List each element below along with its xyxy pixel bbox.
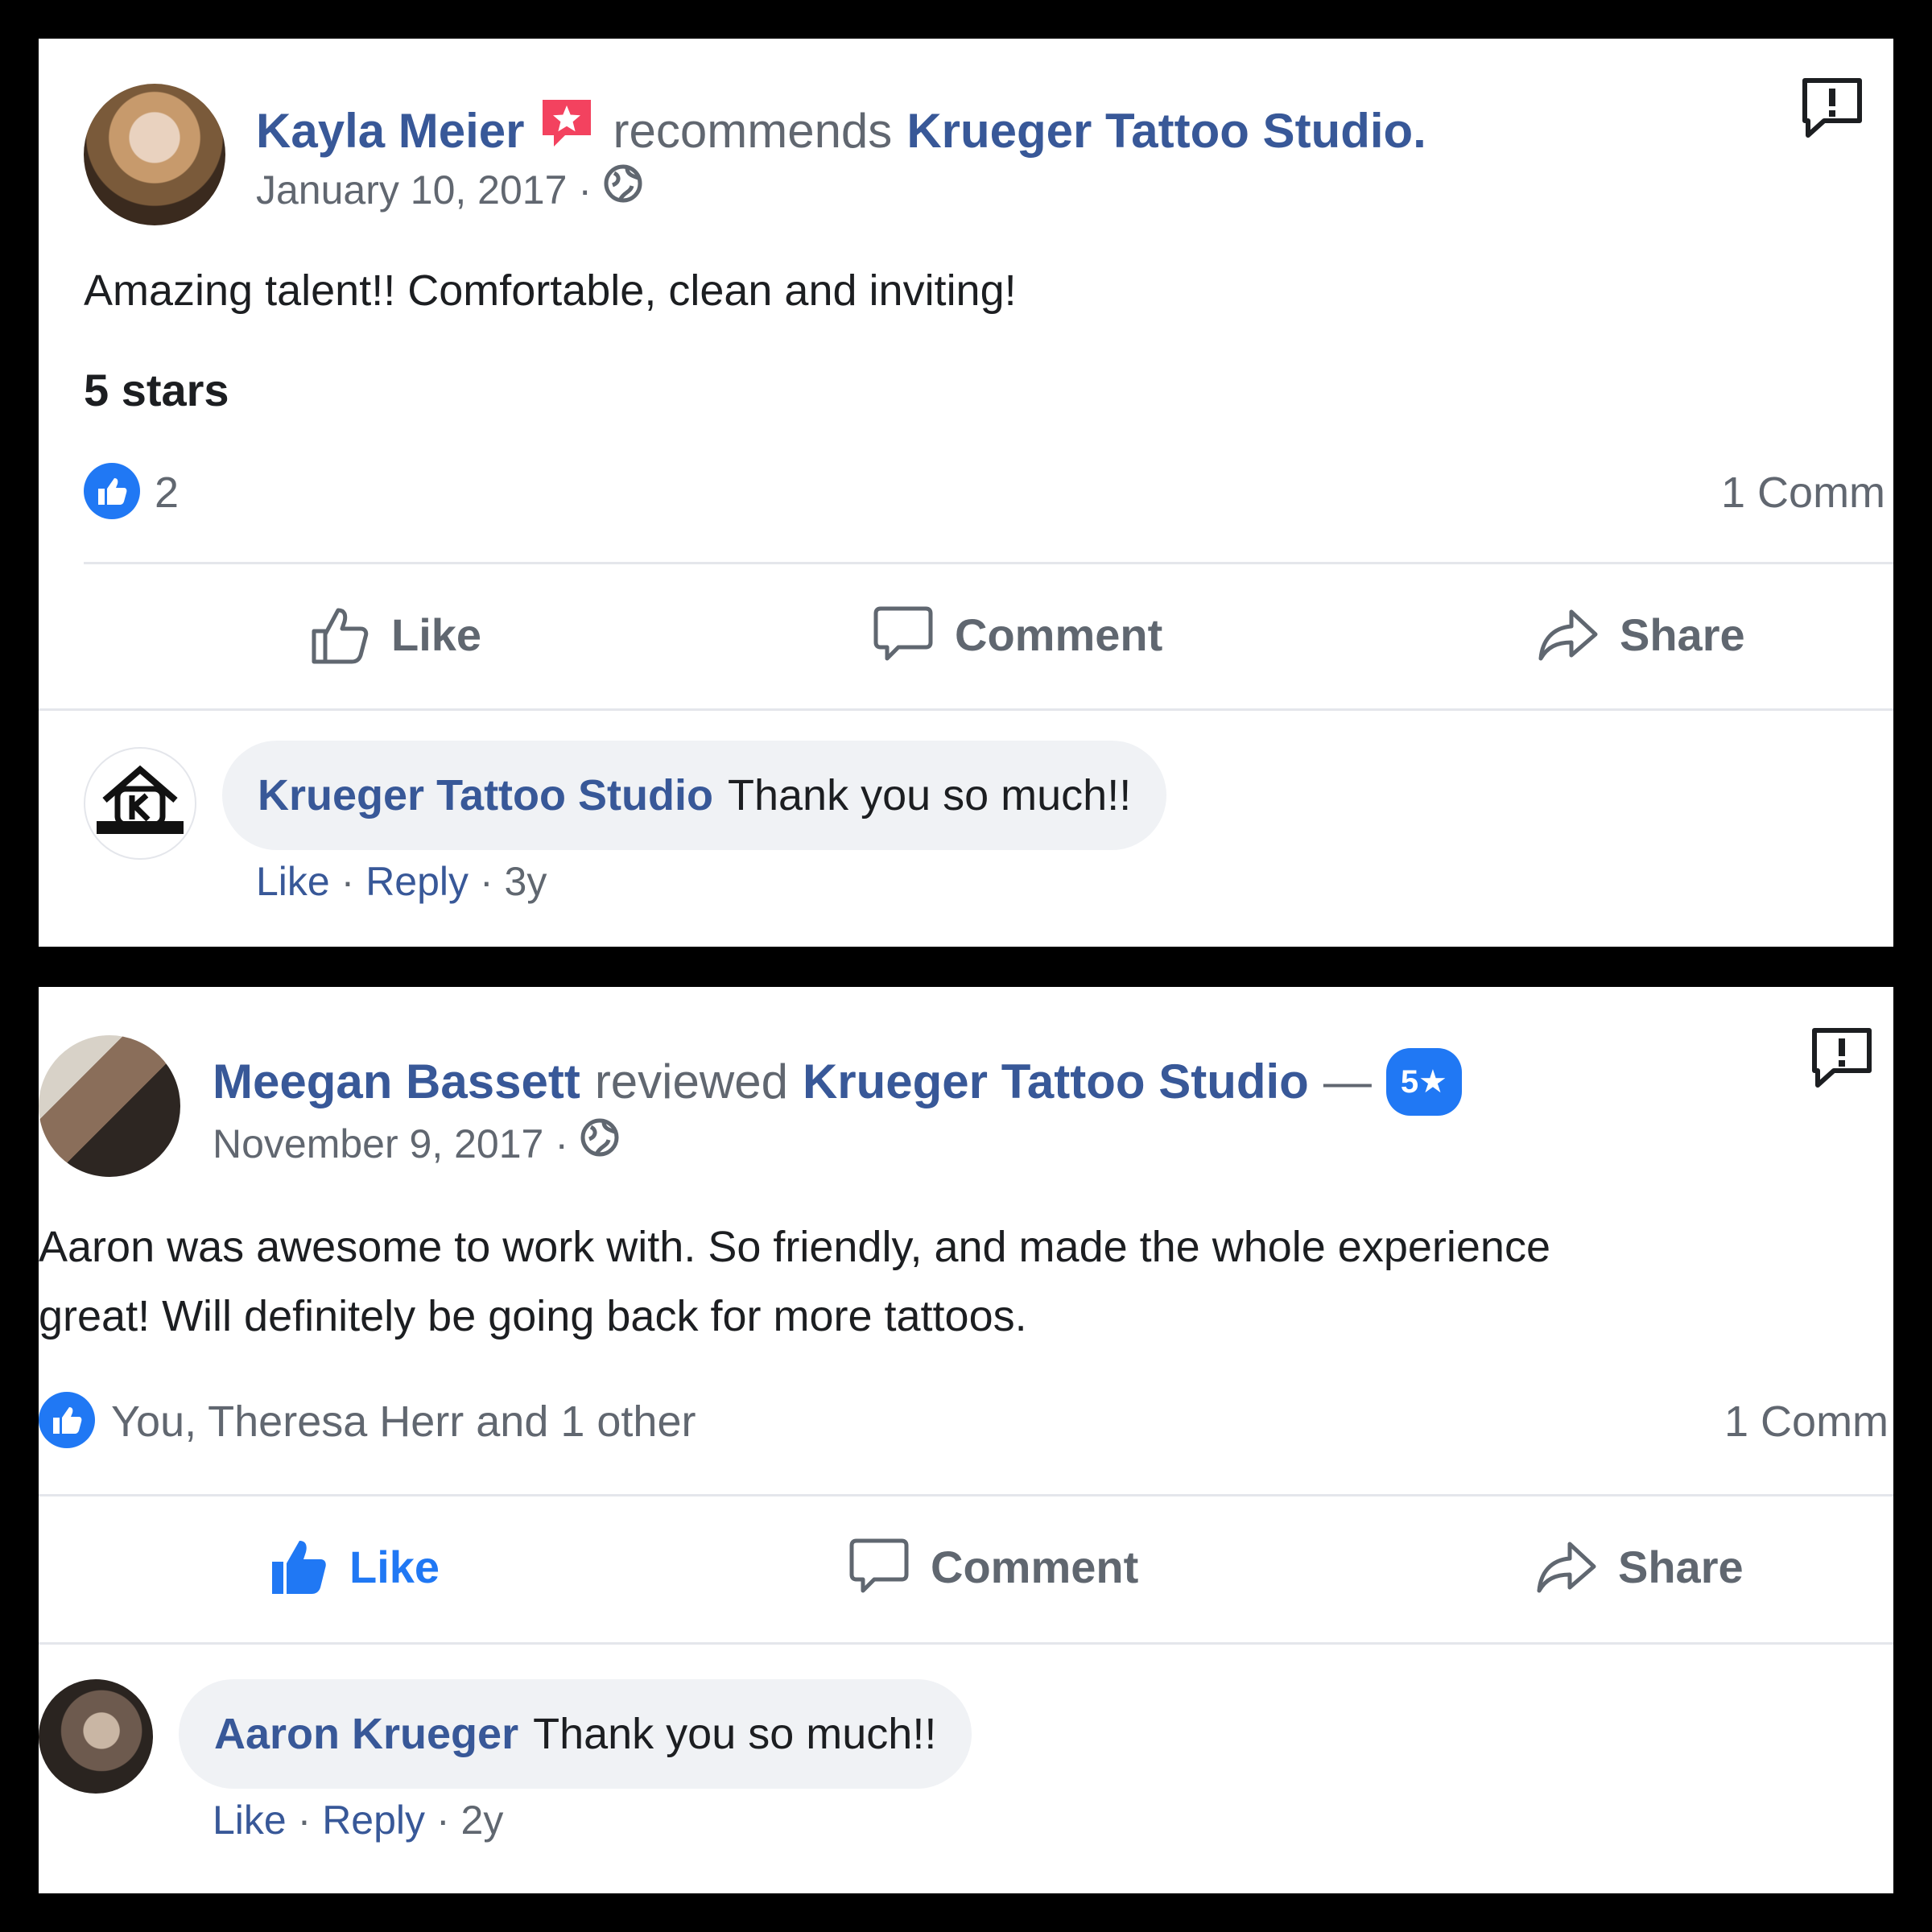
post-header-line: Meegan Bassett reviewed Krueger Tattoo S… <box>213 1048 1462 1116</box>
review-text-line: Aaron was awesome to work with. So frien… <box>39 1223 1550 1271</box>
date-separator: · <box>578 167 592 213</box>
share-arrow-icon <box>1537 1542 1596 1593</box>
comment-bubble: Aaron Krueger Thank you so much!! <box>179 1679 972 1789</box>
globe-icon <box>603 163 643 216</box>
comment-button[interactable]: Comment <box>847 1534 1138 1599</box>
comment-meta: Like · Reply · 3y <box>256 858 547 905</box>
like-button[interactable]: Like <box>266 1534 440 1599</box>
comment-bubble-icon <box>849 1538 909 1593</box>
comment-author[interactable]: Aaron Krueger <box>214 1709 518 1759</box>
like-label: Like <box>391 609 482 660</box>
review-text-line: great! Will definitely be going back for… <box>39 1292 1027 1340</box>
commenter-avatar[interactable] <box>84 747 196 860</box>
post-date[interactable]: November 9, 2017 <box>213 1118 543 1170</box>
author-name[interactable]: Kayla Meier <box>256 101 525 162</box>
post-header-line: Kayla Meier recommends Krueger Tattoo St… <box>256 95 1426 167</box>
separator: · <box>341 859 355 904</box>
globe-icon <box>580 1117 620 1170</box>
divider <box>39 708 1893 711</box>
review-post-2: Meegan Bassett reviewed Krueger Tattoo S… <box>39 987 1893 1893</box>
comment-text: Thank you so much!! <box>727 771 1132 819</box>
action-text: reviewed <box>594 1055 788 1108</box>
comment-age[interactable]: 2y <box>461 1798 504 1843</box>
comment-bubble: Krueger Tattoo Studio Thank you so much!… <box>222 741 1167 850</box>
review-text: Amazing talent!! Comfortable, clean and … <box>84 266 1017 315</box>
comments-count[interactable]: 1 Comm <box>1721 467 1885 518</box>
comment-like-link[interactable]: Like <box>256 859 330 904</box>
page-name[interactable]: Krueger Tattoo Studio <box>803 1051 1309 1113</box>
reaction-summary[interactable]: You, Theresa Herr and 1 other <box>111 1396 696 1447</box>
author-avatar[interactable] <box>84 84 225 225</box>
rating-text: 5 stars <box>84 365 229 415</box>
share-button[interactable]: Share <box>1536 602 1745 667</box>
comment-reply-link[interactable]: Reply <box>322 1798 425 1843</box>
post-date-line: January 10, 2017 · <box>256 163 643 216</box>
page-name[interactable]: Krueger Tattoo Studio. <box>906 101 1426 162</box>
comment-meta: Like · Reply · 2y <box>213 1797 503 1843</box>
recommendation-star-icon <box>538 95 596 167</box>
thumbs-up-icon <box>39 1392 95 1448</box>
post-date[interactable]: January 10, 2017 <box>256 164 567 216</box>
comment-like-link[interactable]: Like <box>213 1798 287 1843</box>
post-date-line: November 9, 2017 · <box>213 1117 620 1170</box>
separator: · <box>479 859 493 904</box>
comments-count[interactable]: 1 Comm <box>1724 1396 1889 1447</box>
separator: · <box>436 1798 450 1843</box>
share-button[interactable]: Share <box>1534 1534 1744 1599</box>
reaction-count[interactable]: 2 <box>155 467 179 518</box>
comment-bubble-icon <box>873 606 933 661</box>
comment-author[interactable]: Krueger Tattoo Studio <box>258 770 713 820</box>
commenter-avatar[interactable] <box>39 1679 153 1794</box>
like-label: Like <box>349 1541 440 1592</box>
thumbs-up-icon <box>84 463 140 519</box>
like-button[interactable]: Like <box>308 602 481 667</box>
comment-text: Thank you so much!! <box>533 1710 937 1758</box>
comment-age[interactable]: 3y <box>505 859 547 904</box>
action-text: recommends <box>613 104 893 158</box>
studio-logo-icon <box>97 765 184 834</box>
share-arrow-icon <box>1538 609 1598 661</box>
comment-button[interactable]: Comment <box>871 602 1162 667</box>
report-exclamation-icon[interactable] <box>1810 1026 1874 1090</box>
author-name[interactable]: Meegan Bassett <box>213 1051 580 1113</box>
comment-label: Comment <box>955 609 1163 660</box>
review-post-1: Kayla Meier recommends Krueger Tattoo St… <box>39 39 1893 947</box>
divider <box>84 562 1893 564</box>
thumbs-up-filled-icon <box>272 1541 326 1594</box>
divider <box>39 1642 1893 1645</box>
date-separator: · <box>555 1121 569 1166</box>
share-label: Share <box>1618 1541 1744 1592</box>
dash: — <box>1323 1055 1372 1108</box>
comment-label: Comment <box>931 1541 1139 1592</box>
divider <box>39 1494 1893 1496</box>
rating-badge[interactable]: 5★ <box>1385 1048 1462 1116</box>
share-label: Share <box>1620 609 1745 660</box>
comment-reply-link[interactable]: Reply <box>365 859 469 904</box>
author-avatar[interactable] <box>39 1035 180 1177</box>
thumbs-up-outline-icon <box>312 608 369 664</box>
report-exclamation-icon[interactable] <box>1800 76 1864 140</box>
separator: · <box>297 1798 312 1843</box>
